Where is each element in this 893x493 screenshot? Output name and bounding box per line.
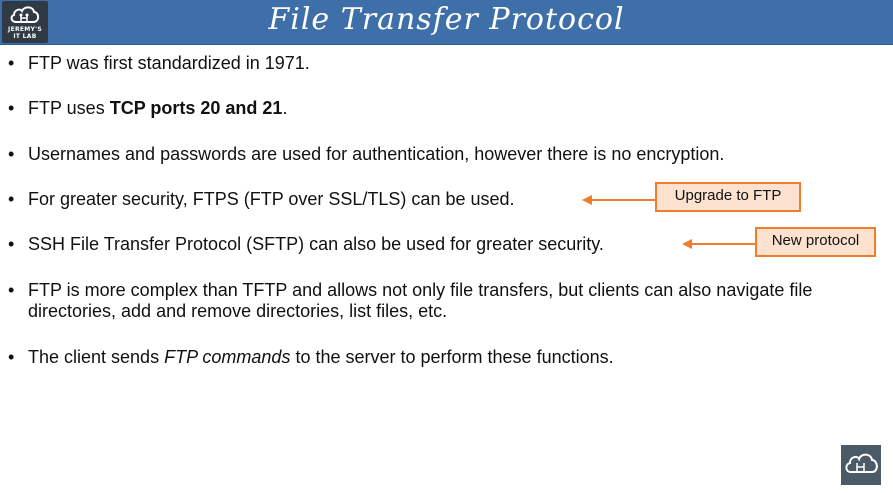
bullet-text-segment: Usernames and passwords are used for aut…	[28, 144, 725, 164]
bullet-text: Usernames and passwords are used for aut…	[28, 144, 724, 165]
slide-title: File Transfer Protocol	[268, 2, 625, 37]
callout-upgrade-to-ftp: Upgrade to FTP	[655, 182, 801, 212]
bullet-dot: •	[8, 189, 15, 209]
bullet-text-segment: FTP is more complex than TFTP and allows…	[28, 280, 813, 321]
bullet-text-segment: FTP uses	[28, 98, 110, 118]
cloud-network-icon	[845, 453, 878, 473]
bullet-dot: •	[8, 98, 15, 118]
callout-arrow	[682, 239, 758, 249]
bullet-text: FTP uses TCP ports 20 and 21.	[28, 98, 287, 119]
bullet-text: For greater security, FTPS (FTP over SSL…	[28, 189, 515, 210]
bullet-text-segment: The client sends	[28, 347, 165, 367]
bullet-text-italic: FTP commands	[164, 347, 291, 367]
bullet-dot: •	[8, 234, 15, 254]
corner-logo	[841, 445, 881, 485]
bullet-text: The client sends FTP commands to the ser…	[28, 347, 614, 368]
bullet-text-segment: to the server to perform these functions…	[290, 347, 614, 367]
bullet-text: FTP was first standardized in 1971.	[28, 53, 310, 74]
bullet-text: FTP is more complex than TFTP and allows…	[28, 280, 888, 322]
bullet-text-segment: FTP was first standardized in 1971.	[28, 53, 310, 73]
bullet-text-segment: For greater security, FTPS (FTP over SSL…	[28, 189, 515, 209]
callout-arrow	[582, 195, 658, 205]
slide-header: JEREMY'S IT LAB File Transfer Protocol	[0, 0, 893, 45]
bullet-text: SSH File Transfer Protocol (SFTP) can al…	[28, 234, 604, 255]
bullet-dot: •	[8, 280, 15, 300]
bullet-text-bold: TCP ports 20 and 21	[109, 98, 283, 118]
bullet-dot: •	[8, 347, 15, 367]
bullet-dot: •	[8, 144, 15, 164]
bullet-text-segment: SSH File Transfer Protocol (SFTP) can al…	[28, 234, 604, 254]
callout-new-protocol: New protocol	[755, 227, 876, 257]
bullet-dot: •	[8, 53, 15, 73]
bullet-text-segment: .	[282, 98, 288, 118]
